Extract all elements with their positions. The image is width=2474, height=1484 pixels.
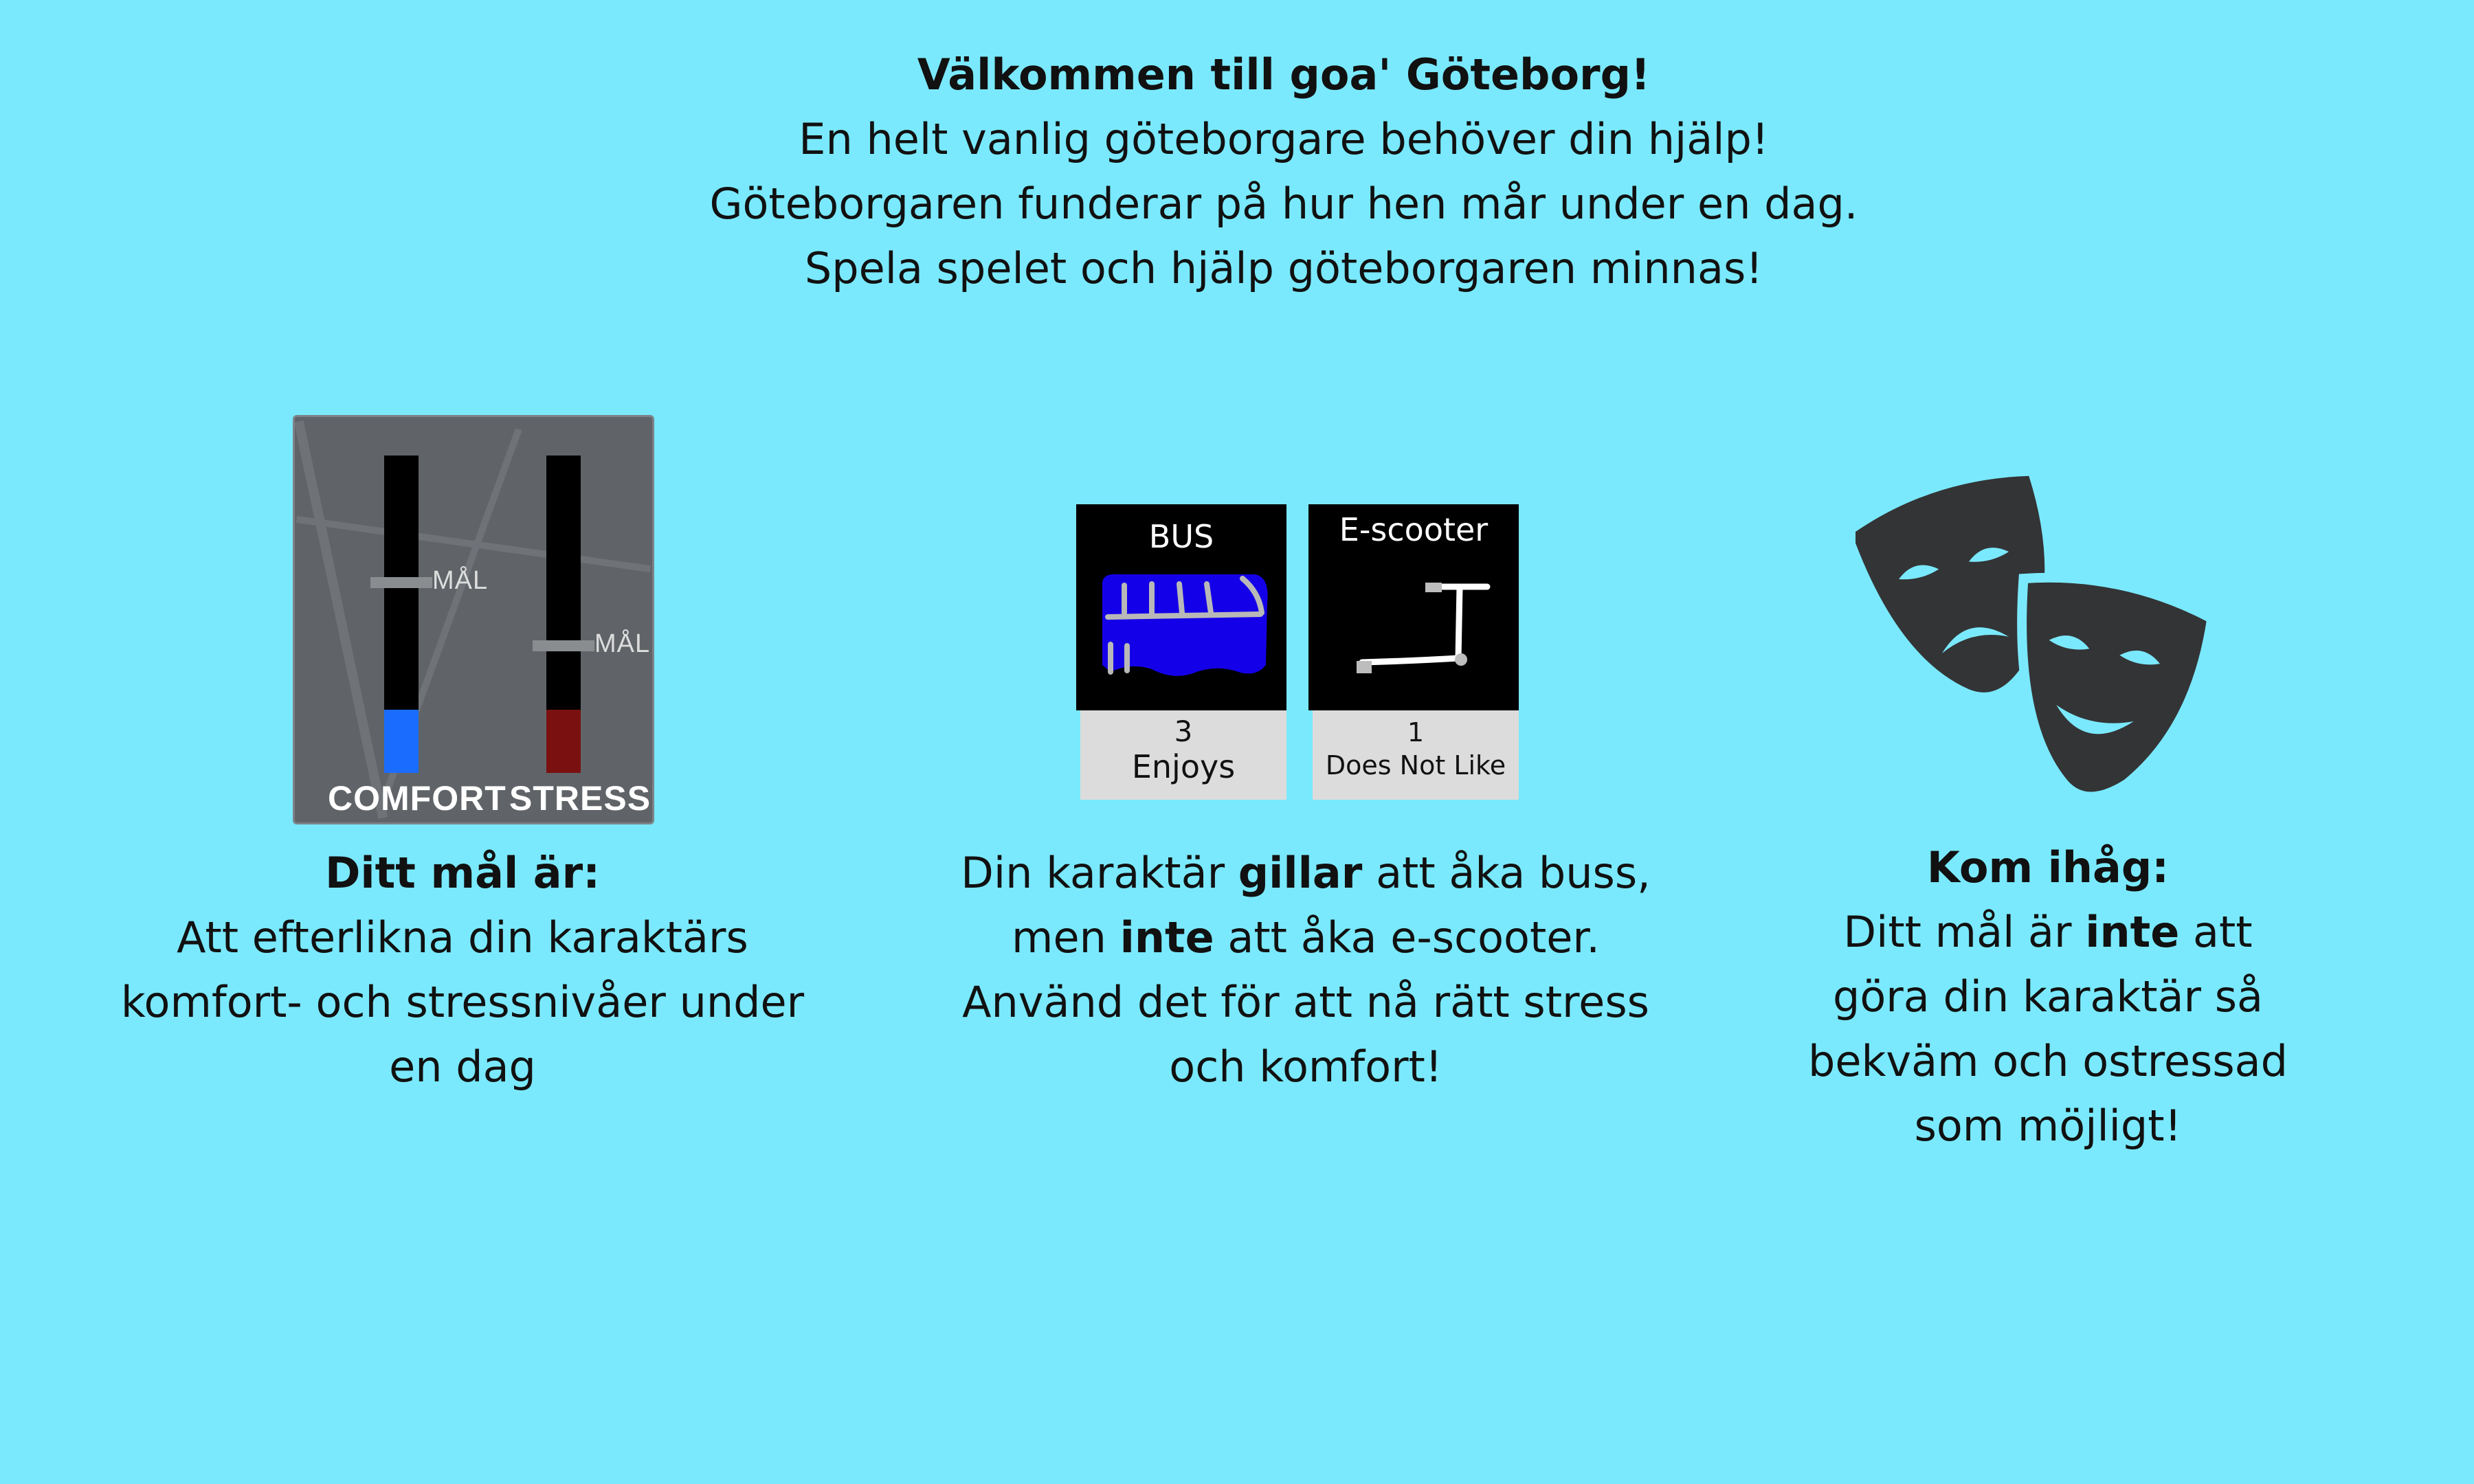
preference-line-2: men inte att åka e-scooter. <box>893 906 1718 970</box>
bus-card: BUS 3 Enjoys <box>1076 504 1286 800</box>
preference-line-1-end: att åka buss, <box>1362 848 1651 898</box>
remember-heading: Kom ihåg: <box>1926 842 2170 892</box>
comfort-stress-meters: MÅL MÅL COMFORT STRESS <box>293 415 654 824</box>
preference-line-1: Din karaktär gillar att åka buss, <box>893 841 1718 906</box>
stress-label: STRESS <box>509 779 651 818</box>
e-scooter-card-name: E-scooter <box>1339 511 1489 548</box>
preference-line-2-end: att åka e-scooter. <box>1214 912 1600 963</box>
goal-heading: Ditt mål är: <box>324 848 601 898</box>
preference-line-2-start: men <box>1012 912 1120 963</box>
stress-bar <box>546 456 581 773</box>
map-road <box>295 420 388 820</box>
theater-masks-icon <box>1855 475 2213 802</box>
remember-line-4: som möjligt! <box>1914 1101 2182 1151</box>
scooter-icon <box>1357 583 1491 673</box>
welcome-title: Välkommen till goa' Göteborg! <box>917 49 1651 100</box>
e-scooter-verdict: Does Not Like <box>1325 750 1506 780</box>
preference-line-4: och komfort! <box>1169 1042 1442 1092</box>
remember-text: Kom ihåg: Ditt mål är inte att göra din … <box>1759 835 2337 1158</box>
comfort-goal-label: MÅL <box>432 565 489 595</box>
bus-count: 3 <box>1174 715 1193 748</box>
goal-line-2: komfort- och stressnivåer under <box>120 977 805 1027</box>
bus-card-name: BUS <box>1148 518 1214 555</box>
e-scooter-count: 1 <box>1407 717 1425 747</box>
comfort-goal-marker <box>370 576 432 588</box>
e-scooter-card-footer: 1 Does Not Like <box>1313 710 1519 800</box>
preference-line-1-start: Din karaktär <box>961 848 1238 898</box>
comfort-bar <box>384 456 419 773</box>
remember-line-2: göra din karaktär så <box>1832 971 2264 1022</box>
remember-line-1-start: Ditt mål är <box>1843 907 2086 957</box>
remember-inte: inte <box>2085 907 2180 957</box>
e-scooter-card: E-scooter 1 Does Not Like <box>1308 504 1519 800</box>
preference-gillar: gillar <box>1238 848 1363 898</box>
intro-line-3: Spela spelet och hjälp göteborgaren minn… <box>804 243 1763 293</box>
goal-text: Ditt mål är: Att efterlikna din karaktär… <box>96 841 829 1099</box>
intro-line-1: En helt vanlig göteborgare behöver din h… <box>799 114 1769 164</box>
intro-text: Välkommen till goa' Göteborg! En helt va… <box>0 43 2474 301</box>
preference-inte: inte <box>1119 912 1214 963</box>
bus-card-header: BUS <box>1076 504 1286 710</box>
stress-goal-label: MÅL <box>594 629 651 659</box>
remember-line-1-end: att <box>2179 907 2253 957</box>
stress-fill <box>546 709 581 773</box>
bus-icon <box>1102 574 1268 676</box>
goal-line-3: en dag <box>389 1042 536 1092</box>
e-scooter-card-header: E-scooter <box>1308 504 1519 710</box>
remember-line-3: bekväm och ostressad <box>1808 1036 2288 1086</box>
stress-goal-marker <box>533 640 594 652</box>
bus-card-footer: 3 Enjoys <box>1080 710 1286 800</box>
comfort-label: COMFORT <box>328 779 506 818</box>
remember-line-1: Ditt mål är inte att <box>1759 900 2337 965</box>
intro-line-2: Göteborgaren funderar på hur hen mår und… <box>709 179 1858 229</box>
comfort-fill <box>384 709 419 773</box>
goal-line-1: Att efterlikna din karaktärs <box>177 912 748 963</box>
preference-text: Din karaktär gillar att åka buss, men in… <box>893 841 1718 1099</box>
bus-verdict: Enjoys <box>1131 748 1236 785</box>
preference-line-3: Använd det för att nå rätt stress <box>962 977 1649 1027</box>
